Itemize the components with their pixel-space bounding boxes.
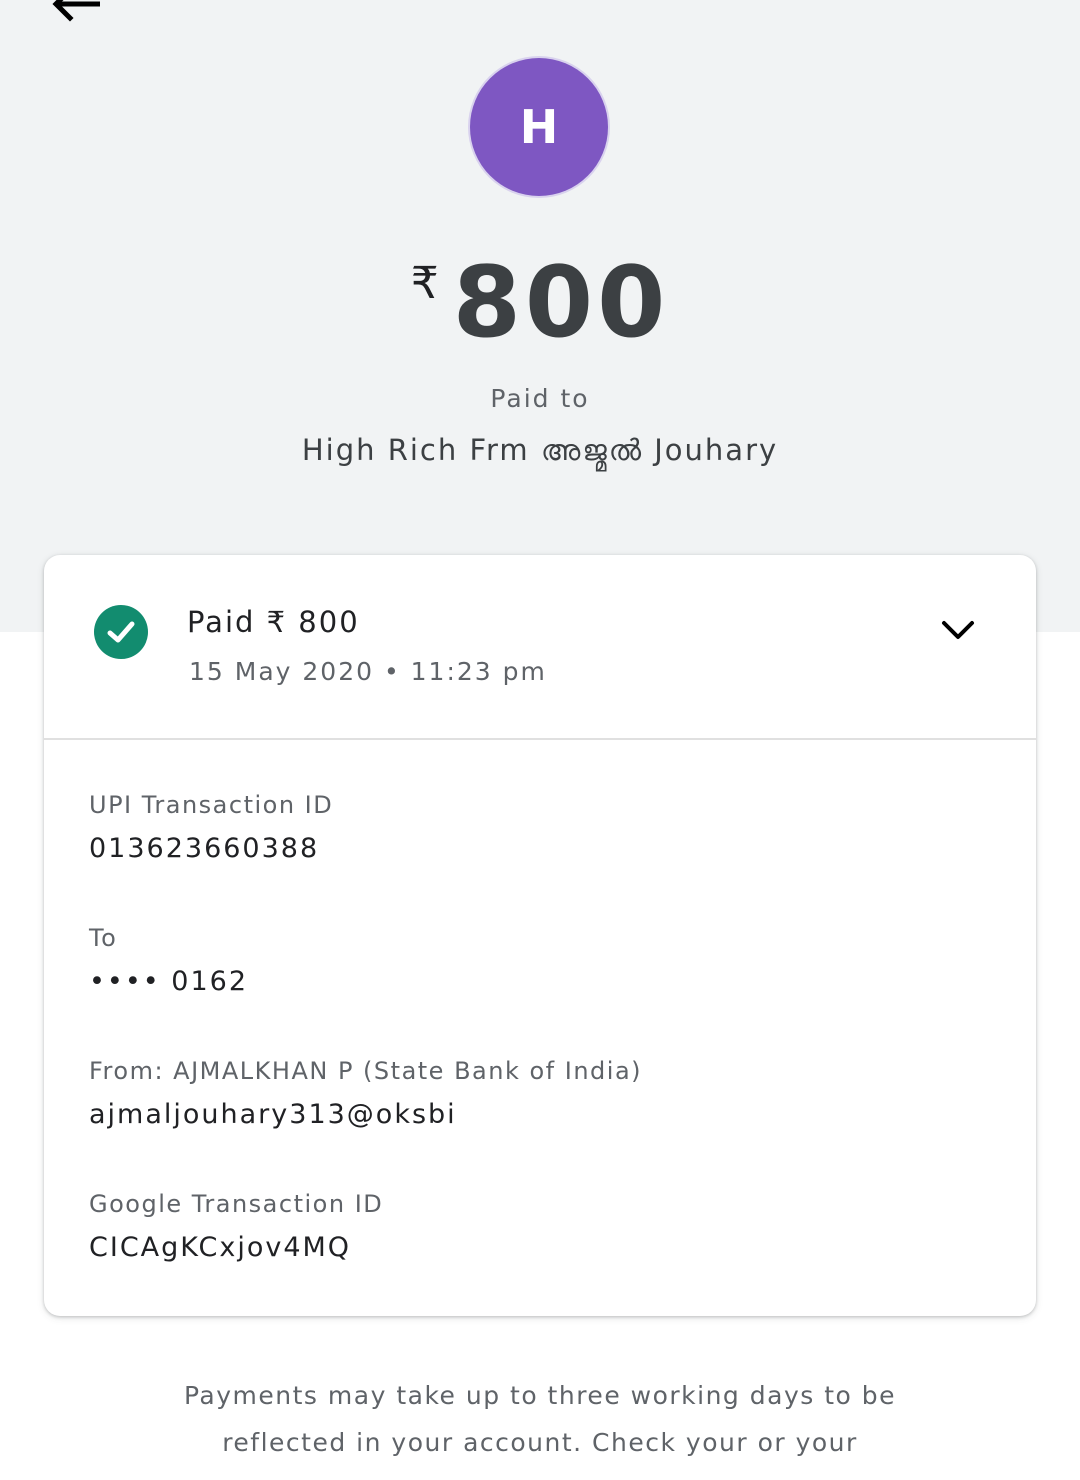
currency-symbol: ₹ [410, 258, 439, 309]
sender-label: From: AJMALKHAN P (State Bank of India) [89, 1057, 643, 1085]
paid-to-label: Paid to [490, 384, 590, 413]
check-circle-icon [94, 605, 148, 659]
upi-transaction-id-value: 013623660388 [89, 833, 320, 864]
avatar-initial: H [519, 100, 559, 154]
chevron-down-icon[interactable] [940, 617, 976, 645]
upi-transaction-id-label: UPI Transaction ID [89, 791, 334, 819]
settlement-note: Payments may take up to three working da… [183, 1381, 896, 1457]
payment-datetime: 15 May 2020 • 11:23 pm [189, 657, 547, 686]
google-transaction-id-label: Google Transaction ID [89, 1190, 384, 1218]
arrow-left-icon [52, 0, 100, 22]
payment-status-title: Paid ₹ 800 [187, 605, 360, 639]
payee-name: High Rich Frm അജ്മൽ Jouhary [301, 433, 779, 467]
amount-value: 800 [452, 246, 670, 360]
card-divider [44, 738, 1036, 740]
google-transaction-id-value: CICAgKCxjov4MQ [89, 1232, 352, 1263]
transaction-card: Paid ₹ 800 15 May 2020 • 11:23 pm UPI Tr… [44, 555, 1036, 1316]
sender-upi-id-value: ajmaljouhary313@oksbi [89, 1099, 457, 1130]
recipient-label: To [89, 924, 118, 952]
recipient-account-value: •••• 0162 [89, 966, 248, 997]
back-button[interactable] [48, 0, 108, 26]
amount-display: ₹ 800 [0, 244, 1080, 364]
payee-avatar: H [470, 58, 608, 196]
payment-status-row[interactable]: Paid ₹ 800 15 May 2020 • 11:23 pm [44, 555, 1036, 739]
